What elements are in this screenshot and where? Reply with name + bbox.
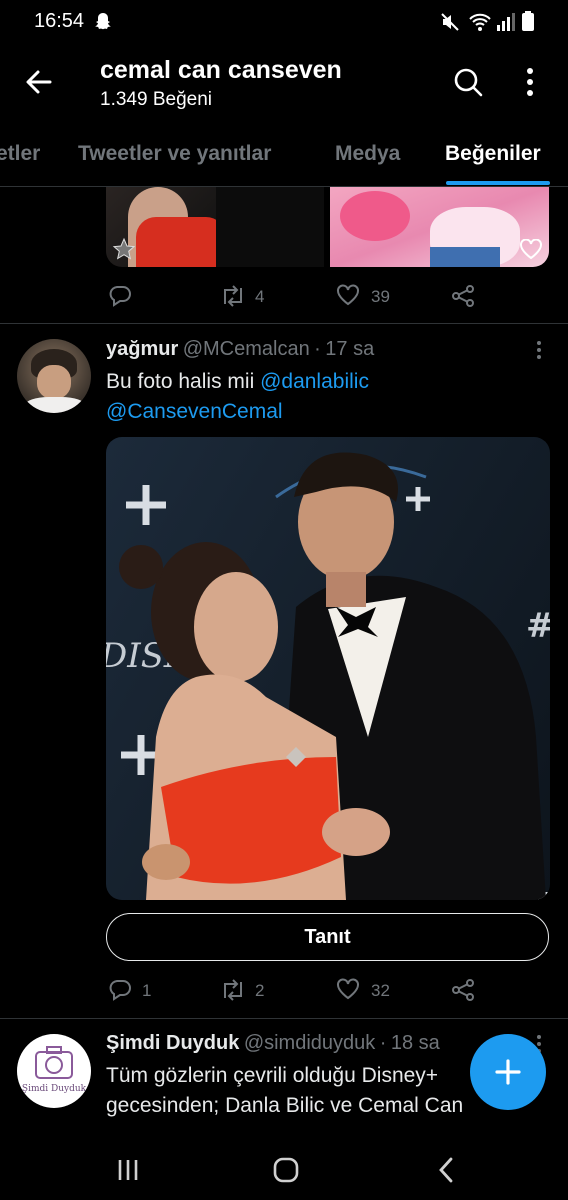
share-icon[interactable] [451, 284, 475, 308]
mention-link[interactable]: @CansevenCemal [106, 400, 283, 423]
active-tab-indicator [446, 181, 550, 185]
prev-photo-right [330, 187, 549, 267]
back-arrow-icon[interactable] [24, 67, 54, 97]
battery-icon [522, 11, 534, 31]
author-name[interactable]: yağmur [106, 338, 178, 360]
retweet-icon[interactable] [220, 284, 246, 308]
more-vertical-icon[interactable] [522, 66, 538, 98]
recent-apps-icon[interactable] [116, 1158, 140, 1182]
tweet-header: Şimdi Duyduk @simdiduyduk · 18 sa [106, 1032, 526, 1055]
heart-icon[interactable] [336, 284, 360, 306]
separator-dot: · [379, 1032, 387, 1054]
back-nav-icon[interactable] [436, 1156, 456, 1184]
status-time: 16:54 [34, 10, 85, 32]
retweet-count: 2 [255, 981, 265, 1000]
tab-tweets[interactable]: etler [0, 142, 40, 166]
tweet-line: gecesinden; Danla Bilic ve Cemal Can [106, 1094, 464, 1117]
mute-icon [441, 13, 459, 31]
prev-photo-left [106, 187, 324, 267]
tweet-photo[interactable]: DISNE # Di [106, 437, 550, 900]
avatar[interactable] [17, 339, 91, 413]
tweet-line: Tüm gözlerin çevrili olduğu Disney+ [106, 1064, 439, 1087]
plus-icon [495, 1059, 521, 1085]
like-count: 32 [371, 981, 390, 1000]
star-badge-icon [112, 237, 136, 260]
tweet-header: yağmur @MCemalcan · 17 sa [106, 338, 374, 361]
reply-icon[interactable] [108, 284, 132, 308]
tab-likes[interactable]: Beğeniler [445, 142, 541, 166]
prev-like-count: 39 [371, 287, 390, 306]
tab-tweets-and-replies[interactable]: Tweetler ve yanıtlar [78, 142, 271, 166]
avatar-label: Şimdi Duyduk [21, 1084, 87, 1094]
tweet-more-icon[interactable] [532, 340, 546, 360]
prev-tweet-media[interactable] [106, 187, 549, 267]
camera-logo-icon [35, 1046, 73, 1079]
heart-sticker-icon [520, 239, 542, 259]
wifi-icon [469, 13, 491, 31]
separator-dot: · [314, 338, 321, 360]
share-icon[interactable] [451, 978, 475, 1002]
tab-media[interactable]: Medya [335, 142, 400, 166]
snapchat-icon [95, 13, 111, 30]
profile-header: cemal can canseven 1.349 Beğeni [0, 44, 568, 122]
tweet-time: 17 sa [325, 338, 375, 360]
tweet-text-prefix: Bu foto halis mii [106, 370, 261, 393]
home-icon[interactable] [272, 1156, 300, 1184]
tweet-divider [0, 323, 568, 324]
reply-count: 1 [142, 981, 152, 1000]
heart-icon[interactable] [336, 978, 360, 1000]
reply-icon[interactable] [108, 978, 132, 1002]
tweet-time: 18 sa [390, 1032, 440, 1054]
mention-link[interactable]: @danlabilic [260, 370, 369, 393]
author-handle[interactable]: @MCemalcan [183, 338, 310, 360]
prev-retweet-count: 4 [255, 287, 265, 306]
author-name[interactable]: Şimdi Duyduk [106, 1032, 239, 1054]
status-bar: 16:54 [0, 0, 568, 44]
profile-tabs: etler Tweetler ve yanıtlar Medya Beğenil… [0, 122, 568, 187]
system-nav-bar [0, 1140, 568, 1200]
tweet-divider [0, 1018, 568, 1019]
page-title: cemal can canseven [100, 56, 342, 84]
author-handle[interactable]: @simdiduyduk [244, 1032, 375, 1054]
retweet-icon[interactable] [220, 978, 246, 1002]
photo-illustration: DISNE # Di [106, 452, 550, 900]
promote-button[interactable]: Tanıt [106, 913, 549, 961]
signal-icon [497, 13, 515, 31]
compose-button[interactable] [470, 1034, 546, 1110]
svg-text:#: # [526, 606, 550, 646]
avatar[interactable]: Şimdi Duyduk [17, 1034, 91, 1108]
tweet-text: Bu foto halis mii @danlabilic @CansevenC… [106, 367, 546, 427]
likes-count: 1.349 Beğeni [100, 89, 212, 110]
search-icon[interactable] [452, 66, 484, 98]
